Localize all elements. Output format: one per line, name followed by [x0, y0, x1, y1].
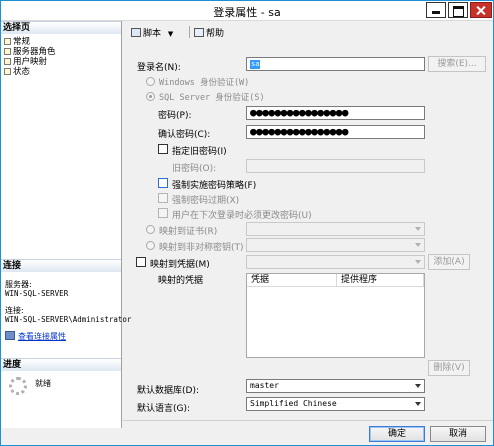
certificate-select[interactable]: [246, 222, 425, 236]
default-language-select[interactable]: Simplified Chinese: [246, 397, 425, 411]
default-language-label: 默认语言(G):: [137, 404, 191, 414]
enforce-password-policy-label: 强制实施密码策略(F): [172, 181, 257, 191]
login-name-input[interactable]: sa: [246, 57, 425, 71]
old-password-input[interactable]: [246, 159, 425, 173]
specify-old-password-label: 指定旧密码(I): [172, 147, 227, 157]
page-icon: [4, 48, 11, 55]
default-language-value: Simplified Chinese: [250, 399, 337, 408]
progress-spinner-icon: [9, 377, 27, 395]
windows-auth-label: Windows 身份验证(W): [159, 78, 250, 88]
confirm-password-label: 确认密码(C):: [158, 130, 211, 140]
password-input[interactable]: ●●●●●●●●●●●●●●●●: [246, 106, 425, 120]
script-icon: [131, 28, 141, 37]
remove-credential-button[interactable]: 删除(V): [428, 360, 470, 376]
must-change-password-label: 用户在下次登录时必须更改密码(U): [172, 211, 312, 221]
page-item-label: 用户映射: [13, 57, 48, 67]
page-item-label: 服务器角色: [13, 47, 56, 57]
sql-auth-radio[interactable]: [146, 92, 155, 101]
close-icon[interactable]: [470, 2, 492, 18]
toolbar: 脚本 ▼ 帮助: [123, 22, 493, 42]
connection-value: WIN-SQL-SERVER\Administrator: [5, 315, 132, 324]
help-icon: [194, 28, 204, 37]
map-certificate-label: 映射到证书(R): [159, 227, 218, 237]
chevron-down-icon: [415, 260, 421, 264]
progress-header: 进度: [1, 358, 121, 371]
script-button[interactable]: 脚本 ▼: [131, 26, 173, 39]
left-pane: 选择页 常规 服务器角色 用户映射 状态 连接 服务器: WIN-SQL-SER…: [1, 21, 131, 428]
chevron-down-icon: [415, 402, 421, 406]
windows-auth-radio[interactable]: [146, 77, 155, 86]
password-label: 密码(P):: [158, 111, 192, 121]
script-label: 脚本: [143, 29, 162, 39]
page-item-general[interactable]: 常规: [4, 37, 30, 47]
enforce-expiration-checkbox[interactable]: [158, 193, 168, 203]
page-item-label: 常规: [13, 37, 31, 47]
page-icon: [4, 68, 11, 75]
default-database-value: master: [250, 381, 279, 390]
default-database-label: 默认数据库(D):: [137, 386, 199, 396]
specify-old-password-checkbox[interactable]: [158, 144, 168, 154]
page-item-user-mapping[interactable]: 用户映射: [4, 57, 47, 67]
help-label: 帮助: [206, 29, 225, 39]
default-database-select[interactable]: master: [246, 379, 425, 393]
window-title: 登录属性 - sa: [213, 6, 281, 19]
page-item-label: 状态: [13, 67, 31, 77]
progress-status: 就绪: [35, 379, 51, 388]
add-credential-button[interactable]: 添加(A): [428, 254, 470, 270]
grid-column-provider[interactable]: 提供程序: [337, 274, 424, 287]
minimize-icon[interactable]: [426, 2, 446, 18]
credential-select[interactable]: [246, 255, 425, 269]
map-credential-checkbox[interactable]: [136, 257, 146, 267]
asymmetric-key-select[interactable]: [246, 238, 425, 252]
connection-properties-icon: [5, 331, 15, 340]
help-button[interactable]: 帮助: [194, 26, 224, 39]
old-password-label: 旧密码(O):: [172, 164, 217, 174]
login-name-label: 登录名(N):: [137, 63, 181, 73]
map-credential-label: 映射到凭据(M): [150, 260, 210, 270]
cancel-button[interactable]: 取消: [430, 426, 486, 442]
chevron-down-icon: [415, 227, 421, 231]
enforce-expiration-label: 强制密码过期(X): [172, 196, 240, 206]
mapped-credentials-grid[interactable]: 凭据 提供程序: [246, 273, 425, 358]
map-certificate-radio[interactable]: [146, 225, 155, 234]
map-asymmetric-key-label: 映射到非对称密钥(T): [159, 243, 244, 253]
grid-column-credential[interactable]: 凭据: [247, 274, 337, 287]
chevron-down-icon: [415, 243, 421, 247]
ok-button[interactable]: 确定: [369, 426, 425, 442]
maximize-icon[interactable]: [448, 2, 468, 18]
must-change-password-checkbox[interactable]: [158, 208, 168, 218]
title-bar[interactable]: 登录属性 - sa: [1, 1, 493, 21]
link-label: 查看连接属性: [18, 332, 66, 341]
enforce-password-policy-checkbox[interactable]: [158, 178, 168, 188]
footer-divider: [123, 420, 493, 421]
page-icon: [4, 38, 11, 45]
toolbar-separator: [189, 26, 190, 38]
select-page-header: 选择页: [1, 21, 121, 34]
login-name-value: sa: [250, 60, 261, 69]
search-button[interactable]: 搜索(E)...: [428, 56, 486, 72]
sql-auth-label: SQL Server 身份验证(S): [159, 93, 265, 103]
connection-header: 连接: [1, 259, 121, 272]
view-connection-properties-link[interactable]: 查看连接属性: [5, 331, 66, 342]
server-value: WIN-SQL-SERVER: [5, 289, 69, 298]
dropdown-arrow-icon[interactable]: ▼: [168, 30, 173, 38]
page-item-status[interactable]: 状态: [4, 67, 30, 77]
map-asymmetric-key-radio[interactable]: [146, 241, 155, 250]
confirm-password-input[interactable]: ●●●●●●●●●●●●●●●●: [246, 125, 425, 139]
page-icon: [4, 58, 11, 65]
page-item-server-roles[interactable]: 服务器角色: [4, 47, 56, 57]
chevron-down-icon: [415, 384, 421, 388]
login-properties-dialog: 登录属性 - sa 选择页 常规 服务器角色 用户映射 状态 连接 服务器: W…: [0, 0, 494, 446]
mapped-credentials-label: 映射的凭据: [158, 276, 204, 286]
